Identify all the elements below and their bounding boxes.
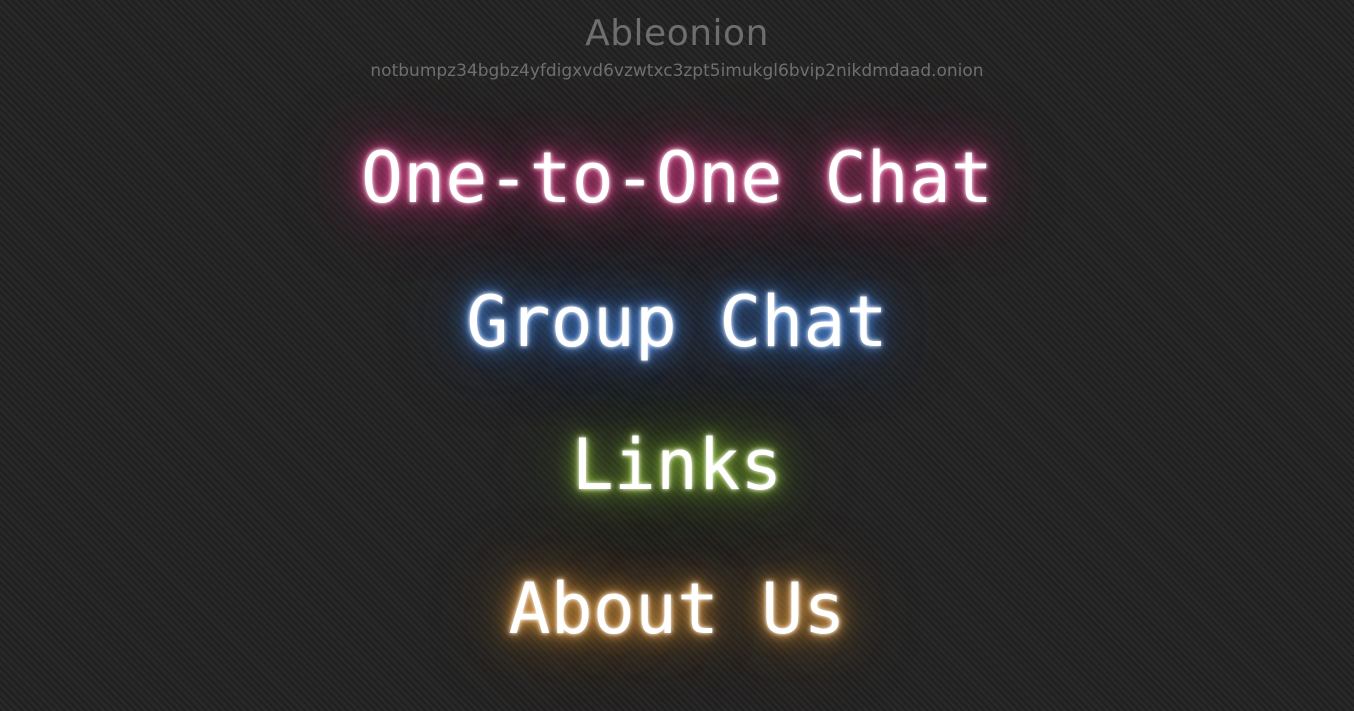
nav-link-label: Group Chat	[466, 281, 888, 363]
main-nav: One-to-One Chat Group Chat Links About U…	[0, 0, 1354, 711]
nav-link-label: Links	[571, 424, 783, 506]
nav-link-label: About Us	[508, 568, 846, 650]
nav-link-group-chat[interactable]: Group Chat	[0, 277, 1354, 367]
nav-link-label: One-to-One Chat	[360, 137, 994, 219]
nav-link-about-us[interactable]: About Us	[0, 564, 1354, 654]
nav-link-one-to-one-chat[interactable]: One-to-One Chat	[0, 133, 1354, 223]
nav-link-links[interactable]: Links	[0, 420, 1354, 510]
